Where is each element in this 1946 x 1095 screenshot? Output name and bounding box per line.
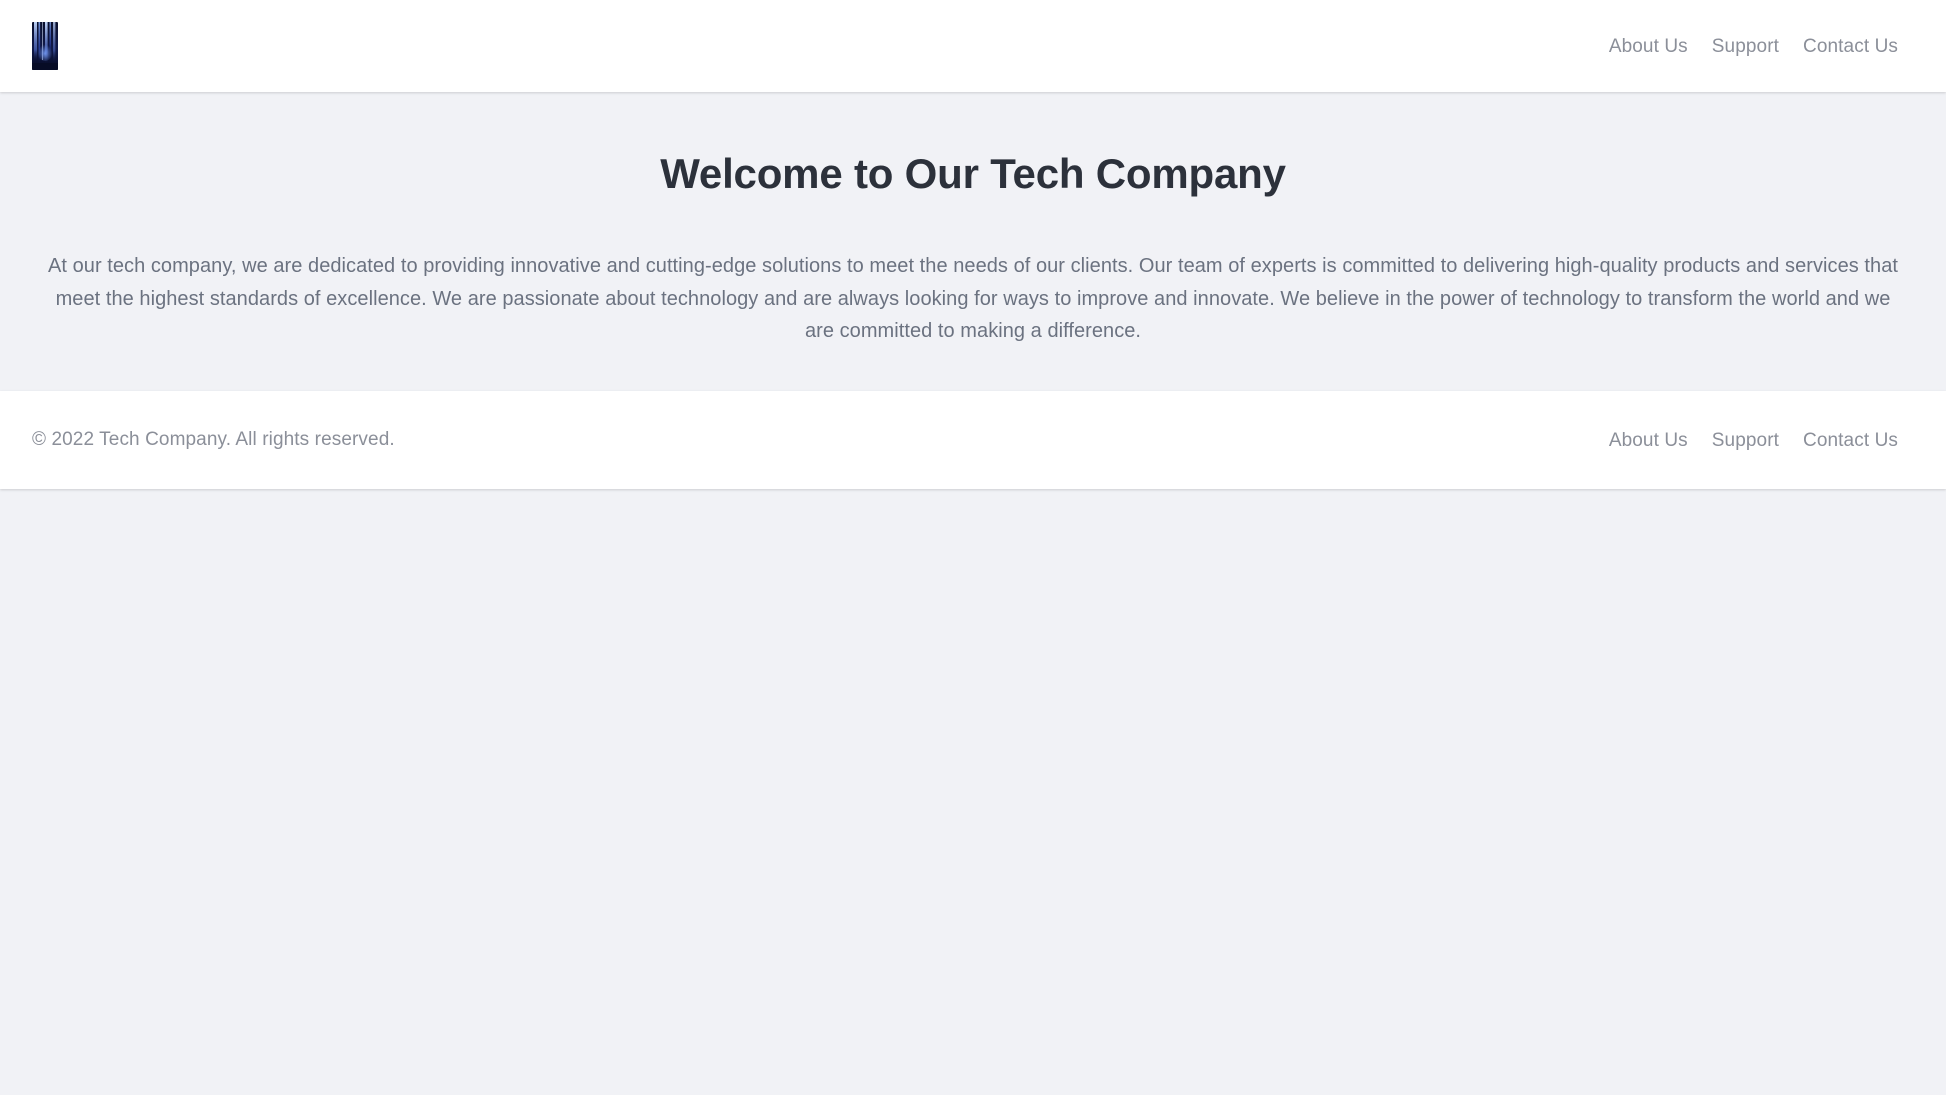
nav-link-about-us[interactable]: About Us [1609,37,1688,56]
site-header: About Us Support Contact Us [0,0,1946,92]
footer-link-contact-us[interactable]: Contact Us [1803,431,1898,450]
nav-link-support[interactable]: Support [1712,37,1779,56]
intro-paragraph: At our tech company, we are dedicated to… [48,255,1898,343]
site-footer: © 2022 Tech Company. All rights reserved… [0,391,1946,490]
main-content: Welcome to Our Tech Company At our tech … [0,92,1946,392]
footer-link-support[interactable]: Support [1712,431,1779,450]
logo-link[interactable] [32,22,58,70]
page-background-spacer [0,489,1946,1095]
header-nav: About Us Support Contact Us [1609,37,1914,56]
copyright-text: © 2022 Tech Company. All rights reserved… [32,429,395,451]
footer-link-about-us[interactable]: About Us [1609,431,1688,450]
nav-link-contact-us[interactable]: Contact Us [1803,37,1898,56]
footer-nav: About Us Support Contact Us [1609,431,1914,450]
page-root: About Us Support Contact Us Welcome to O… [0,0,1946,1095]
page-title: Welcome to Our Tech Company [660,150,1286,197]
company-logo-image [32,22,58,70]
